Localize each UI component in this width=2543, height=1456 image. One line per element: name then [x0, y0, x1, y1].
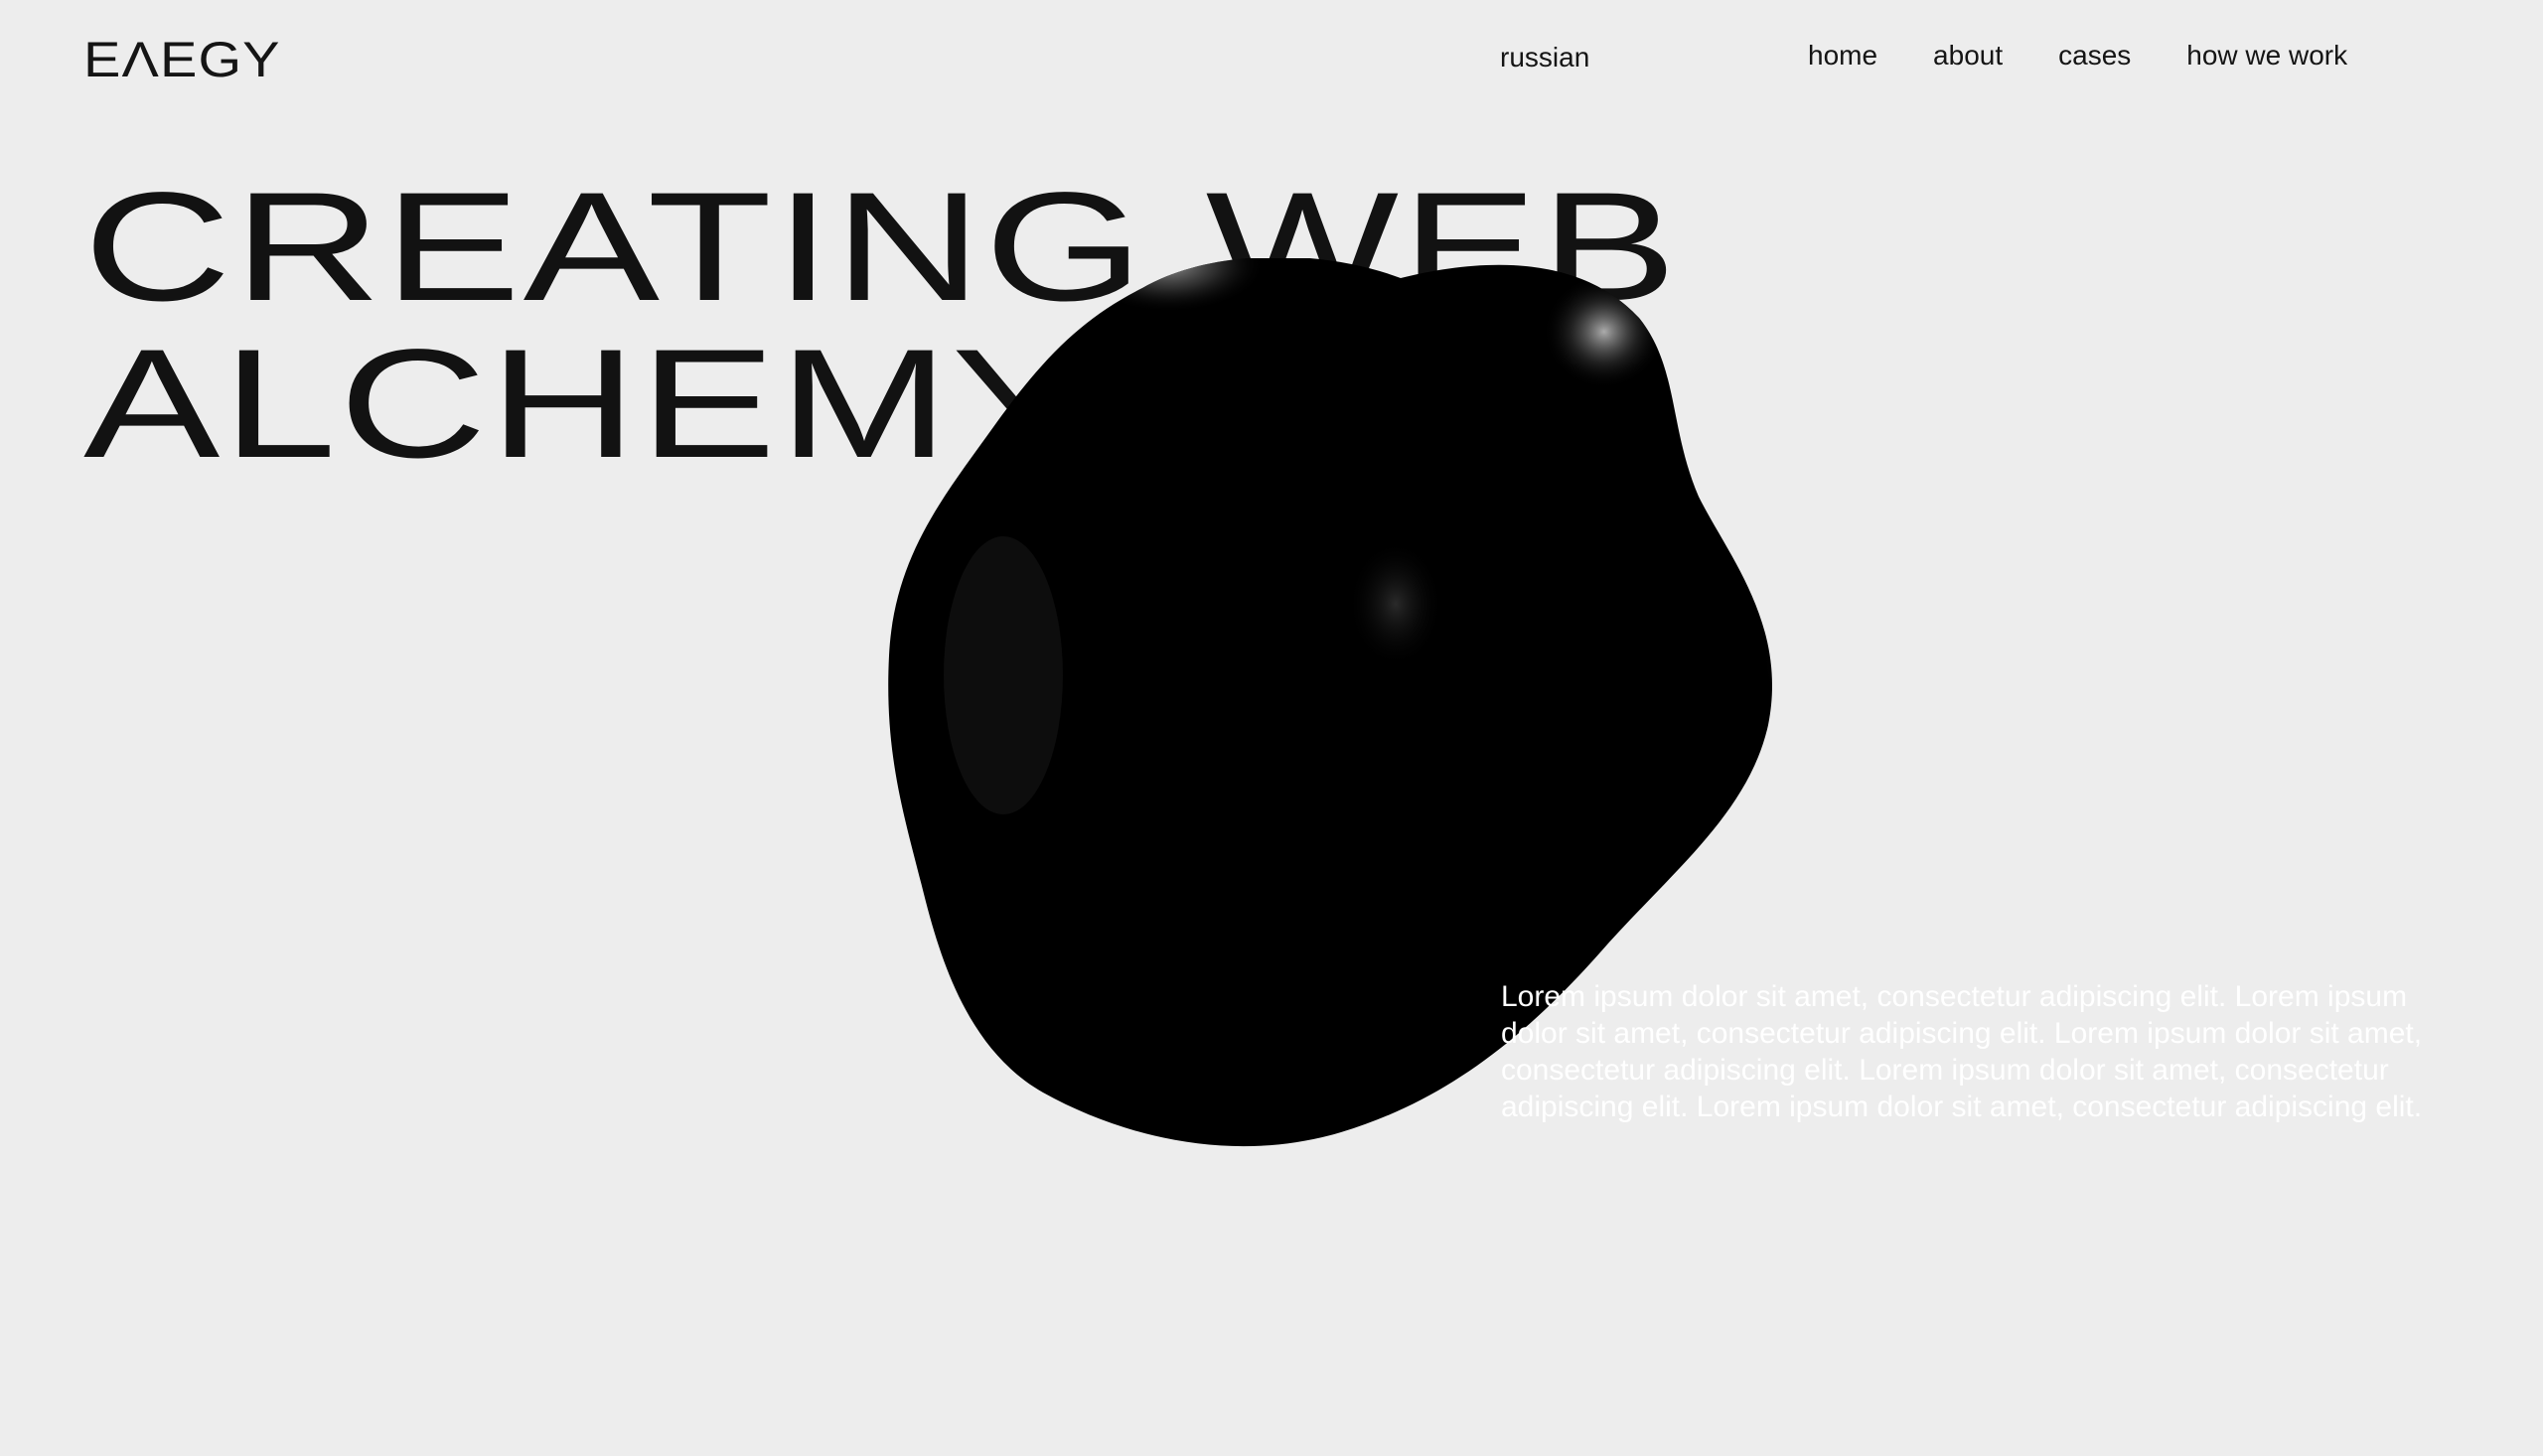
- landing-page: EΛEGY russian home about cases how we wo…: [0, 0, 2543, 1456]
- brand-logo[interactable]: EΛEGY: [83, 30, 281, 89]
- nav-link-cases[interactable]: cases: [2058, 38, 2131, 73]
- main-nav: home about cases how we work: [1808, 38, 2347, 73]
- hero-description: Lorem ipsum dolor sit amet, consectetur …: [1501, 980, 2423, 1123]
- nav-link-about[interactable]: about: [1933, 38, 2003, 73]
- nav-link-home[interactable]: home: [1808, 38, 1877, 73]
- nav-link-how-we-work[interactable]: how we work: [2186, 38, 2347, 73]
- language-switcher[interactable]: russian: [1500, 40, 1589, 75]
